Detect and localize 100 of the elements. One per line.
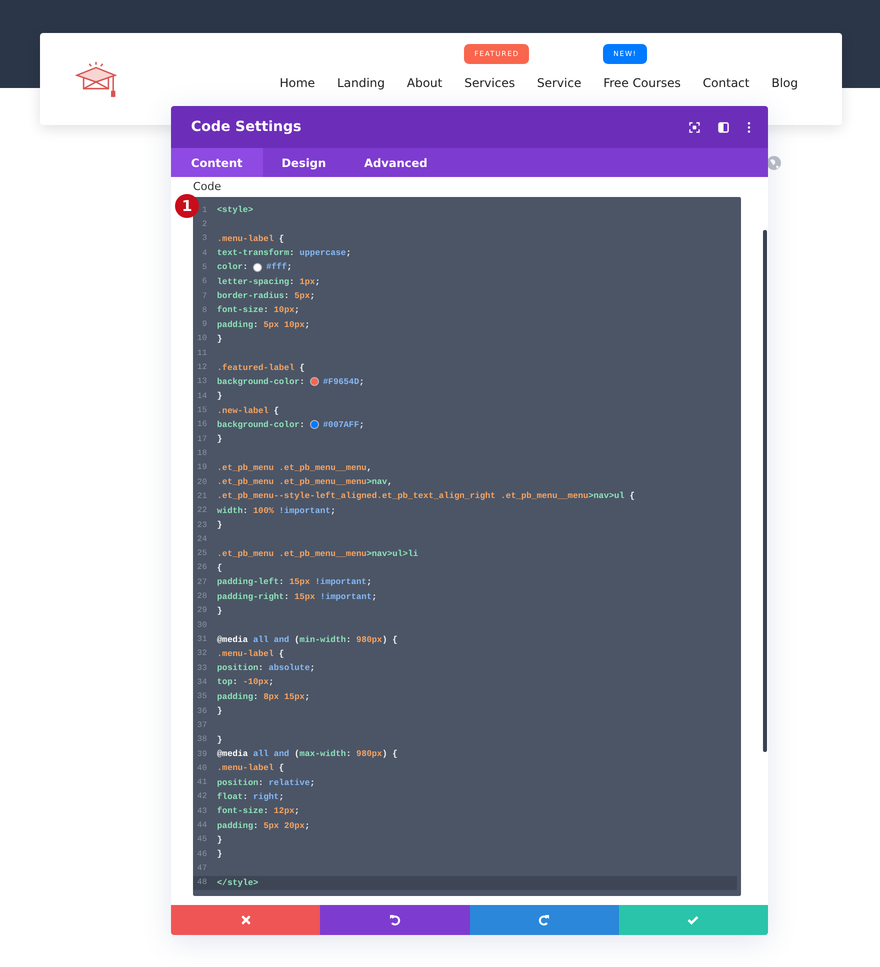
- line-number: 28: [196, 592, 207, 602]
- more-options-icon[interactable]: [747, 122, 751, 132]
- line-number: 1: [201, 206, 207, 215]
- line-number: 29: [196, 606, 207, 616]
- nav-link[interactable]: Home: [280, 76, 316, 90]
- code-text: }: [217, 520, 222, 530]
- line-number: 43: [196, 806, 207, 816]
- code-text: font-size: 10px;: [217, 305, 300, 316]
- code-text: top: -10px;: [217, 677, 274, 688]
- line-number: 41: [196, 778, 207, 788]
- settings-tab[interactable]: Design: [262, 148, 346, 177]
- code-text: .et_pb_menu--style-left_aligned.et_pb_text_align_right .et_pb_menu__menu>nav>ul {: [217, 491, 635, 502]
- code-text: color:: [217, 262, 249, 272]
- undo-icon: [388, 914, 401, 926]
- line-number: 33: [196, 664, 207, 673]
- line-number: 14: [196, 392, 207, 401]
- line-number: 13: [196, 377, 207, 386]
- line-number: 20: [196, 478, 207, 487]
- line-number: 37: [196, 720, 207, 730]
- line-number: 39: [196, 750, 207, 759]
- code-text: #F9654D;: [322, 376, 364, 387]
- code-text: }: [217, 734, 222, 745]
- code-text: .et_pb_menu .et_pb_menu__menu>nav>ul>li: [217, 548, 418, 559]
- line-number: 12: [196, 363, 207, 372]
- code-text: float: right;: [217, 792, 284, 802]
- code-text: padding: 8px 15px;: [217, 692, 310, 702]
- redo-icon: [538, 914, 550, 926]
- nav-link[interactable]: Blog: [771, 76, 798, 90]
- code-text: }: [217, 434, 222, 444]
- code-text: border-radius: 5px;: [217, 291, 316, 302]
- nav-link[interactable]: Service: [536, 76, 582, 90]
- code-text: <style>: [217, 205, 254, 216]
- close-icon: [240, 915, 251, 925]
- line-number: 44: [196, 821, 207, 830]
- checkmark-icon: [687, 915, 700, 925]
- code-text: .et_pb_menu .et_pb_menu__menu>nav,: [217, 477, 392, 488]
- line-number: 48: [196, 878, 207, 888]
- code-text: </style>: [217, 878, 258, 888]
- code-text: #fff;: [265, 262, 292, 272]
- step-badge: 1: [175, 194, 199, 218]
- code-text: @media all and (min-width: 980px) {: [217, 634, 398, 645]
- code-text: }: [217, 834, 222, 845]
- code-text: .featured-label {: [217, 362, 305, 373]
- line-number: 35: [196, 692, 207, 702]
- settings-tab[interactable]: Advanced: [345, 148, 447, 177]
- code-text: #007AFF;: [322, 420, 364, 430]
- line-number: 16: [196, 420, 207, 430]
- code-text: width: 100% !important;: [217, 506, 336, 516]
- line-number: 25: [196, 549, 207, 558]
- split-view-icon[interactable]: [718, 122, 729, 132]
- line-number: 19: [196, 463, 207, 472]
- code-editor[interactable]: [193, 197, 741, 896]
- line-number: 6: [201, 277, 207, 286]
- line-number: 9: [201, 320, 207, 330]
- line-number: 40: [196, 764, 207, 773]
- line-number: 34: [196, 678, 207, 687]
- code-text: }: [217, 849, 222, 860]
- line-number: 38: [196, 735, 207, 744]
- nav-link[interactable]: Landing: [337, 76, 385, 90]
- line-number: 18: [196, 448, 207, 458]
- line-number: 32: [196, 649, 207, 658]
- line-number: 11: [196, 348, 207, 358]
- code-text: }: [217, 334, 222, 344]
- line-number: 45: [196, 835, 207, 844]
- code-text: }: [217, 606, 222, 616]
- code-text: }: [217, 706, 222, 716]
- settings-tab[interactable]: Content: [171, 148, 263, 177]
- code-text: padding-left: 15px !important;: [217, 577, 372, 588]
- code-text: text-transform: uppercase;: [217, 248, 352, 258]
- code-text: .menu-label {: [217, 648, 284, 659]
- line-number: 10: [196, 334, 207, 344]
- line-number: 31: [196, 635, 207, 644]
- line-number: 46: [196, 850, 207, 859]
- line-number: 2: [201, 220, 207, 229]
- code-text: background-color:: [217, 420, 306, 430]
- line-number: 30: [196, 620, 207, 630]
- line-number: 22: [196, 506, 207, 516]
- fullscreen-icon[interactable]: [689, 122, 700, 132]
- code-text: position: relative;: [217, 778, 316, 788]
- code-text: @media all and (max-width: 980px) {: [217, 749, 398, 760]
- code-text: .new-label {: [217, 406, 279, 416]
- line-number: 7: [201, 292, 207, 301]
- line-number: 8: [201, 306, 207, 315]
- nav-link[interactable]: About: [406, 76, 442, 90]
- code-text: .et_pb_menu .et_pb_menu__menu,: [217, 462, 372, 473]
- code-text: .menu-label {: [217, 234, 284, 244]
- line-number: 36: [196, 706, 207, 716]
- line-number: 17: [196, 434, 207, 444]
- line-number: 42: [196, 792, 207, 802]
- scrollbar[interactable]: [763, 230, 767, 752]
- code-text: {: [217, 562, 222, 573]
- nav-link[interactable]: Services: [464, 76, 515, 90]
- nav-link[interactable]: Free Courses: [603, 76, 681, 90]
- code-text: background-color:: [217, 376, 306, 387]
- code-text: }: [217, 391, 222, 402]
- line-number: 21: [196, 492, 207, 501]
- code-text: padding: 5px 10px;: [217, 320, 310, 330]
- code-text: position: absolute;: [217, 663, 316, 674]
- line-number: 26: [196, 563, 207, 572]
- nav-link[interactable]: Contact: [702, 76, 750, 90]
